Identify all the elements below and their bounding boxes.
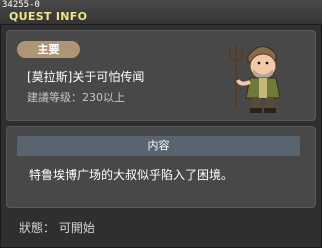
content-header: 内容 (17, 136, 300, 156)
quest-id: 34255-0 (2, 0, 40, 10)
quest-level-requirement: 建議等级：230以上 (27, 91, 125, 104)
title-bar[interactable]: 34255-0 QUEST INFO (0, 0, 322, 25)
farmer-npc-icon (229, 44, 281, 113)
content-text: 特鲁埃博广场的大叔似乎陷入了困境。 (29, 168, 234, 182)
quest-name: [莫拉斯]关于可怕传闻 (27, 70, 145, 84)
quest-type-badge: 主要 (17, 41, 80, 58)
pitchfork-icon (229, 44, 243, 108)
quest-info-window: 34255-0 QUEST INFO 主要 [莫拉斯]关于可怕传闻 建議等级：2… (0, 0, 322, 248)
window-title: QUEST INFO (9, 10, 88, 23)
quest-status: 狀態： 可開始 (19, 221, 95, 235)
